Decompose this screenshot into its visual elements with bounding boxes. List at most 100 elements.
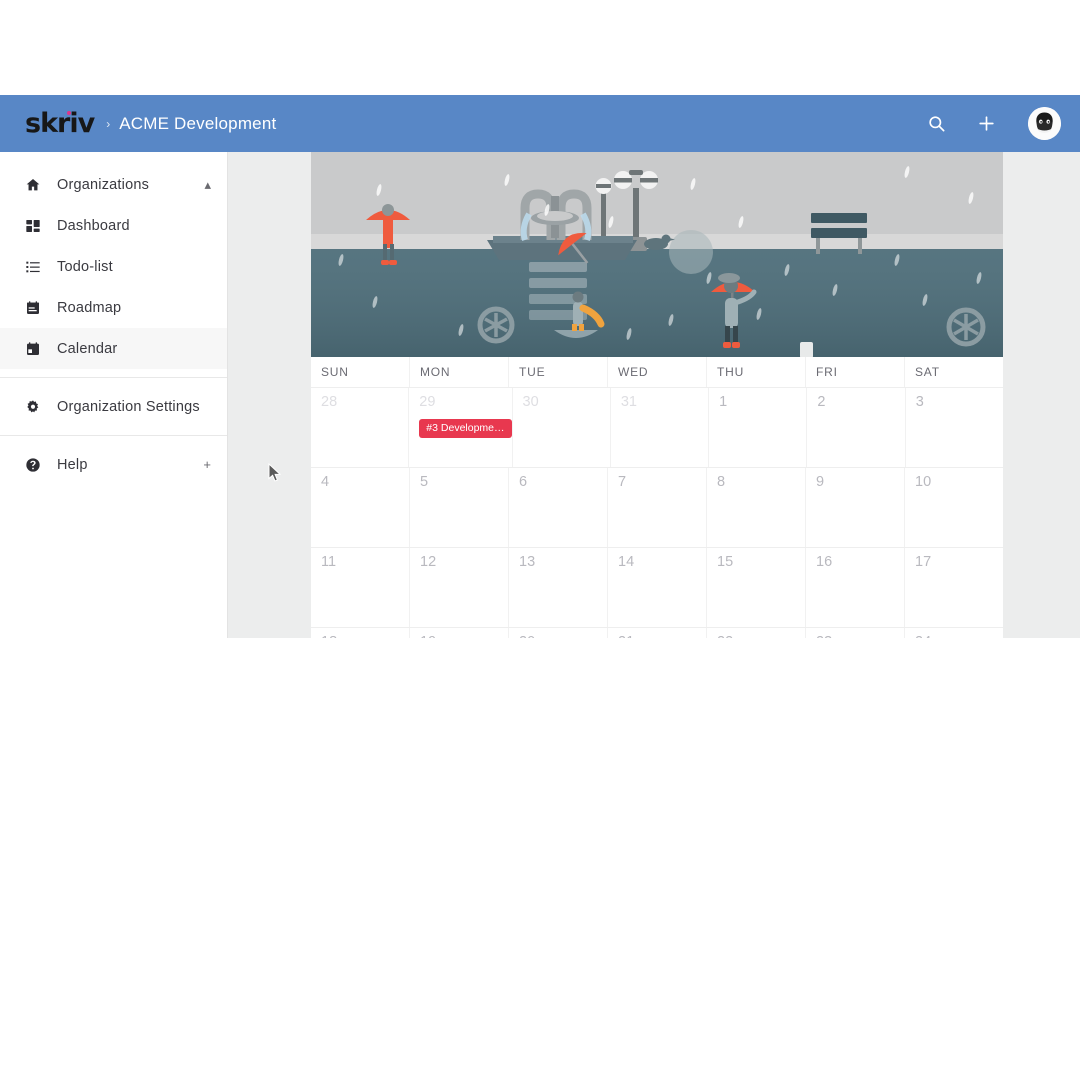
calendar-day-number: 2 [817, 394, 826, 410]
chevron-up-icon[interactable]: ▴ [204, 178, 211, 191]
user-avatar[interactable] [1028, 107, 1061, 140]
calendar-day-cell[interactable]: 3 [904, 388, 1003, 467]
calendar-day-cell[interactable]: 18 [311, 628, 409, 638]
calendar-day-cell[interactable]: 20 [508, 628, 607, 638]
calendar-day-cell[interactable]: 8 [706, 468, 805, 547]
sidebar-divider-2 [0, 435, 227, 436]
calendar-day-cell[interactable]: 10 [904, 468, 1003, 547]
calendar-day-cell[interactable]: 2 [806, 388, 904, 467]
calendar-day-cell[interactable]: 29 #3 Developme… [408, 388, 512, 467]
calendar-day-cell[interactable]: 7 [607, 468, 706, 547]
home-icon [25, 177, 43, 193]
calendar-day-number: 10 [915, 474, 932, 490]
calendar-day-cell[interactable]: 16 [805, 548, 904, 627]
main-content: SUN MON TUE WED THU FRI SAT 28 29 #3 Developme… 3… [311, 152, 1003, 638]
sidebar-label-dashboard: Dashboard [57, 217, 130, 234]
calendar-week-row: 4 5 6 7 8 9 10 [311, 468, 1003, 548]
calendar-day-cell[interactable]: 4 [311, 468, 409, 547]
sidebar-item-roadmap[interactable]: Roadmap [0, 287, 227, 328]
calendar-day-cell[interactable]: 19 [409, 628, 508, 638]
sidebar-group-help: Help + [0, 444, 227, 485]
organization-title: ACME Development [119, 113, 277, 133]
sidebar-label-calendar: Calendar [57, 340, 118, 357]
header-actions [924, 95, 1061, 152]
sidebar-item-organization-settings[interactable]: Organization Settings [0, 386, 227, 427]
calendar-day-cell[interactable]: 11 [311, 548, 409, 627]
sidebar-label-organization-settings: Organization Settings [57, 398, 200, 415]
calendar-week-row: 28 29 #3 Developme… 30 31 1 2 3 [311, 388, 1003, 468]
calendar-weekday-wed: WED [607, 357, 706, 387]
calendar-week-row: 18 19 20 21 22 23 24 [311, 628, 1003, 638]
skriv-logo-text: skriv [25, 108, 95, 139]
plus-icon[interactable] [974, 112, 998, 136]
calendar-day-number: 16 [816, 554, 833, 570]
sidebar-item-todo-list[interactable]: Todo-list [0, 246, 227, 287]
calendar-day-cell[interactable]: 13 [508, 548, 607, 627]
search-icon[interactable] [924, 112, 948, 136]
sidebar-divider-1 [0, 377, 227, 378]
mouse-cursor [268, 462, 282, 483]
calendar-day-number: 19 [420, 635, 508, 638]
brand-area[interactable]: skriv › ACME Development [25, 110, 276, 137]
calendar-day-number: 12 [420, 554, 437, 570]
calendar-day-number: 23 [816, 635, 904, 638]
sidebar-item-organizations[interactable]: Organizations ▴ [0, 164, 227, 205]
calendar-day-number: 6 [519, 474, 528, 490]
calendar-day-number: 20 [519, 635, 607, 638]
calendar-day-cell[interactable]: 23 [805, 628, 904, 638]
dashboard-grid-icon [25, 218, 43, 234]
calendar-day-number: 1 [719, 394, 728, 410]
sidebar-item-help[interactable]: Help + [0, 444, 227, 485]
calendar-event-badge[interactable]: #3 Developme… [419, 418, 512, 438]
gear-icon [25, 399, 43, 415]
calendar-day-number: 8 [717, 474, 726, 490]
calendar-day-cell[interactable]: 1 [708, 388, 806, 467]
sidebar-item-dashboard[interactable]: Dashboard [0, 205, 227, 246]
calendar-day-cell[interactable]: 5 [409, 468, 508, 547]
left-sidebar: Organizations ▴ Dashboard Todo-list Road… [0, 152, 228, 638]
calendar-day-cell[interactable]: 21 [607, 628, 706, 638]
calendar-weekday-header: SUN MON TUE WED THU FRI SAT [311, 357, 1003, 388]
calendar-day-cell[interactable]: 14 [607, 548, 706, 627]
calendar-day-number: 29 [419, 394, 436, 410]
sidebar-group-settings: Organization Settings [0, 386, 227, 427]
sidebar-label-organizations: Organizations [57, 176, 150, 193]
calendar-day-cell[interactable]: 28 [311, 388, 408, 467]
sidebar-item-calendar[interactable]: Calendar [0, 328, 227, 369]
calendar-day-number: 9 [816, 474, 825, 490]
calendar-day-number: 5 [420, 474, 429, 490]
calendar-weekday-sun: SUN [321, 365, 349, 379]
calendar-day-cell[interactable]: 22 [706, 628, 805, 638]
calendar-grid: 28 29 #3 Developme… 30 31 1 2 3 4 5 6 7 8 9 10 11 12 13 14… [311, 388, 1003, 638]
calendar-day-number: 31 [620, 394, 637, 410]
calendar-weekday-tue: TUE [508, 357, 607, 387]
calendar-day-number: 15 [717, 554, 734, 570]
banner-illustration [311, 152, 1003, 357]
calendar-day-number: 30 [522, 394, 539, 410]
calendar-day-cell[interactable]: 9 [805, 468, 904, 547]
calendar-day-cell[interactable]: 15 [706, 548, 805, 627]
list-icon [25, 259, 43, 275]
sidebar-label-roadmap: Roadmap [57, 299, 122, 316]
calendar-weekday-mon: MON [409, 357, 508, 387]
calendar-widget: SUN MON TUE WED THU FRI SAT 28 29 #3 Developme… 3… [311, 357, 1003, 638]
expand-plus-icon[interactable]: + [203, 458, 211, 471]
breadcrumb-separator: › [106, 116, 111, 131]
skriv-logo[interactable]: skriv [25, 108, 95, 139]
calendar-day-cell[interactable]: 12 [409, 548, 508, 627]
calendar-day-cell[interactable]: 6 [508, 468, 607, 547]
calendar-icon [25, 341, 43, 357]
calendar-day-cell[interactable]: 17 [904, 548, 1003, 627]
calendar-day-number: 17 [915, 554, 932, 570]
sidebar-label-help: Help [57, 456, 88, 473]
calendar-day-number: 13 [519, 554, 536, 570]
calendar-day-number: 14 [618, 554, 635, 570]
sidebar-content-gap [228, 152, 311, 638]
calendar-day-number: 7 [618, 474, 627, 490]
calendar-weekday-sat: SAT [904, 357, 1003, 387]
calendar-week-row: 11 12 13 14 15 16 17 [311, 548, 1003, 628]
sidebar-label-todo-list: Todo-list [57, 258, 113, 275]
calendar-day-cell[interactable]: 24 [904, 628, 1003, 638]
calendar-day-cell[interactable]: 31 [609, 388, 708, 467]
calendar-day-cell[interactable]: 30 [511, 388, 610, 467]
